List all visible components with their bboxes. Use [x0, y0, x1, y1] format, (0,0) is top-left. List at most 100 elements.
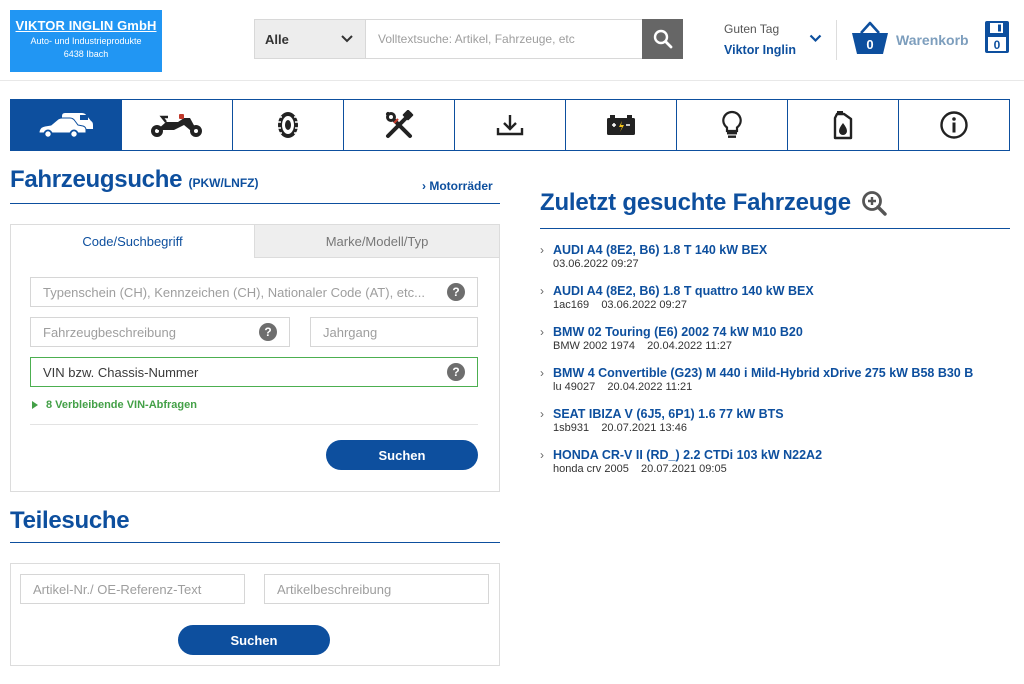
floppy-disk-icon: 0 — [985, 21, 1009, 53]
list-item[interactable]: › HONDA CR-V II (RD_) 2.2 CTDi 103 kW N2… — [540, 448, 1010, 476]
basket-icon: 0 — [852, 21, 888, 54]
recent-vehicles-title: Zuletzt gesuchte Fahrzeuge — [540, 189, 887, 217]
motorcycles-link[interactable]: › Motorräder — [422, 179, 493, 193]
recent-vehicle-title[interactable]: SEAT IBIZA V (6J5, 6P1) 1.6 77 kW BTS — [553, 407, 784, 422]
vehicle-description-field: ? — [30, 317, 290, 347]
recent-vehicle-meta: 1sb931 20.07.2021 13:46 — [553, 422, 687, 434]
zoom-in-icon[interactable] — [861, 190, 887, 216]
tab-code-search[interactable]: Code/Suchbegriff — [11, 225, 254, 258]
recent-vehicle-meta: honda crv 2005 20.07.2021 09:05 — [553, 463, 727, 475]
parts-search-title: Teilesuche — [10, 507, 130, 534]
vehicle-search-title: Fahrzeugsuche (PKW/LNFZ) — [10, 166, 259, 194]
chevron-right-icon: › — [540, 325, 544, 339]
chevron-right-icon: › — [540, 243, 544, 257]
help-icon[interactable]: ? — [447, 363, 465, 381]
recent-vehicle-title[interactable]: AUDI A4 (8E2, B6) 1.8 T quattro 140 kW B… — [553, 284, 814, 299]
article-description-input[interactable] — [277, 581, 476, 597]
recent-vehicle-meta: 03.06.2022 09:27 — [553, 258, 639, 270]
chevron-right-icon: › — [540, 448, 544, 462]
saved-carts-button[interactable]: 0 — [984, 20, 1010, 59]
oil-can-icon — [833, 111, 853, 140]
recent-vehicle-title[interactable]: HONDA CR-V II (RD_) 2.2 CTDi 103 kW N22A… — [553, 448, 822, 463]
caret-right-icon — [32, 401, 38, 409]
recent-vehicle-title[interactable]: AUDI A4 (8E2, B6) 1.8 T 140 kW BEX — [553, 243, 767, 258]
motorcycle-icon — [151, 114, 202, 137]
user-greeting[interactable]: Guten Tag Viktor Inglin — [724, 22, 796, 57]
chevron-right-icon: › — [540, 366, 544, 380]
chevron-right-icon: › — [540, 407, 544, 421]
typenschein-field: ? — [30, 277, 478, 307]
vin-remaining-toggle[interactable]: 8 Verbleibende VIN-Abfragen — [32, 399, 197, 411]
bulb-icon — [722, 110, 742, 138]
recent-vehicles-list: › AUDI A4 (8E2, B6) 1.8 T 140 kW BEX 03.… — [540, 243, 1010, 489]
article-description-field — [264, 574, 489, 604]
vehicle-search-title-text: Fahrzeugsuche — [10, 166, 183, 193]
vin-remaining-text: 8 Verbleibende VIN-Abfragen — [46, 399, 197, 411]
saved-count: 0 — [994, 38, 1001, 52]
vehicle-description-input[interactable] — [43, 324, 259, 340]
cart-label[interactable]: Warenkorb — [896, 32, 969, 48]
list-item[interactable]: › BMW 4 Convertible (G23) M 440 i Mild-H… — [540, 366, 1010, 394]
download-icon — [496, 115, 524, 136]
list-item[interactable]: › AUDI A4 (8E2, B6) 1.8 T quattro 140 kW… — [540, 284, 1010, 312]
vin-input[interactable] — [43, 364, 447, 380]
battery-icon — [607, 115, 635, 135]
user-name: Viktor Inglin — [724, 43, 796, 57]
category-nav — [10, 99, 1010, 151]
article-number-field — [20, 574, 245, 604]
category-batteries[interactable] — [565, 100, 676, 150]
company-name: VIKTOR INGLIN GmbH — [15, 18, 157, 33]
company-logo[interactable]: VIKTOR INGLIN GmbH Auto- und Industriepr… — [10, 10, 162, 72]
category-cars[interactable] — [11, 100, 121, 150]
search-category-select[interactable]: Alle — [254, 19, 365, 59]
search-category-value: Alle — [265, 31, 289, 47]
search-input[interactable] — [365, 19, 642, 59]
search-button[interactable] — [642, 19, 683, 59]
year-input[interactable] — [323, 324, 465, 340]
header-separator — [0, 80, 1024, 81]
panel-divider — [30, 424, 478, 425]
list-item[interactable]: › BMW 02 Touring (E6) 2002 74 kW M10 B20… — [540, 325, 1010, 353]
recent-vehicle-meta: lu 49027 20.04.2022 11:21 — [553, 381, 693, 393]
list-item[interactable]: › SEAT IBIZA V (6J5, 6P1) 1.6 77 kW BTS … — [540, 407, 1010, 435]
greeting-text: Guten Tag — [724, 22, 780, 36]
company-location: 6438 Ibach — [63, 49, 109, 59]
category-tools[interactable] — [343, 100, 454, 150]
recent-vehicle-title[interactable]: BMW 02 Touring (E6) 2002 74 kW M10 B20 — [553, 325, 803, 340]
header-divider — [836, 20, 837, 60]
info-icon — [940, 111, 968, 139]
vehicle-search-button[interactable]: Suchen — [326, 440, 478, 470]
parts-search-divider — [10, 542, 500, 543]
cart-button[interactable]: 0 — [850, 20, 890, 56]
vin-field: ? — [30, 357, 478, 387]
category-oils[interactable] — [787, 100, 898, 150]
category-tires[interactable] — [232, 100, 343, 150]
chevron-right-icon: › — [422, 179, 426, 193]
tab-brand-model[interactable]: Marke/Modell/Typ — [254, 225, 499, 258]
search-icon — [653, 29, 672, 49]
help-icon[interactable]: ? — [259, 323, 277, 341]
chevron-down-icon[interactable] — [809, 34, 822, 43]
article-number-input[interactable] — [33, 581, 232, 597]
category-info[interactable] — [898, 100, 1009, 150]
car-van-icon — [38, 113, 93, 139]
vehicle-search-divider — [10, 203, 500, 204]
category-motorcycles[interactable] — [121, 100, 232, 150]
help-icon[interactable]: ? — [447, 283, 465, 301]
category-downloads[interactable] — [454, 100, 565, 150]
list-item[interactable]: › AUDI A4 (8E2, B6) 1.8 T 140 kW BEX 03.… — [540, 243, 1010, 271]
chevron-down-icon — [341, 35, 353, 43]
recent-vehicle-title[interactable]: BMW 4 Convertible (G23) M 440 i Mild-Hyb… — [553, 366, 973, 381]
parts-search-button[interactable]: Suchen — [178, 625, 330, 655]
chevron-right-icon: › — [540, 284, 544, 298]
recent-vehicles-divider — [540, 228, 1010, 229]
vehicle-search-tabs: Code/Suchbegriff Marke/Modell/Typ — [11, 225, 499, 258]
tools-icon — [386, 110, 414, 138]
category-lighting[interactable] — [676, 100, 787, 150]
recent-vehicle-meta: BMW 2002 1974 20.04.2022 11:27 — [553, 340, 732, 352]
tire-icon — [278, 112, 298, 138]
company-subtitle: Auto- und Industrieprodukte — [30, 36, 142, 46]
motorcycles-link-text: Motorräder — [429, 179, 493, 193]
typenschein-input[interactable] — [43, 284, 447, 300]
recent-vehicle-meta: 1ac169 03.06.2022 09:27 — [553, 299, 687, 311]
